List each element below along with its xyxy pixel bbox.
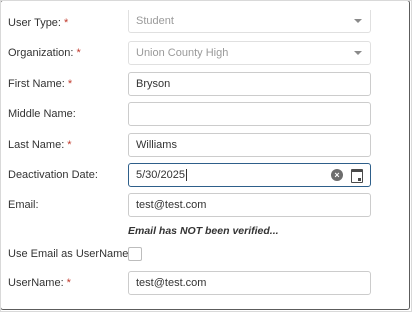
user-type-select[interactable]: Student [128,10,371,33]
required-marker: * [64,17,69,29]
last-name-input[interactable]: Williams [128,133,371,157]
username-input[interactable]: test@test.com [128,271,371,295]
required-marker: * [67,78,73,90]
first-name-value: Bryson [136,78,171,90]
email-verification-warning: Email has NOT been verified... [128,225,279,237]
required-marker: * [76,47,81,59]
email-label: Email: [8,199,39,211]
first-name-label: First Name: * [8,78,73,90]
user-type-label: User Type: * [8,17,69,29]
calendar-icon[interactable] [351,169,363,183]
chevron-down-icon [354,51,362,55]
username-value: test@test.com [136,277,207,289]
use-email-as-username-checkbox[interactable] [128,247,142,261]
organization-value: Union County High [136,47,229,59]
required-marker: * [67,139,72,151]
email-input[interactable]: test@test.com [128,193,371,217]
clear-circle-icon[interactable]: × [331,169,343,181]
user-type-value: Student [136,15,174,27]
first-name-input[interactable]: Bryson [128,72,371,96]
chevron-down-icon [354,19,362,23]
middle-name-input[interactable] [128,102,371,126]
email-value: test@test.com [136,199,207,211]
organization-label: Organization: * [8,47,81,59]
deactivation-date-value: 5/30/2025 [136,169,185,181]
deactivation-date-label: Deactivation Date: [8,169,98,181]
text-cursor [185,169,187,182]
username-label: UserName: * [8,277,71,289]
user-form-panel: User Type: * Student Organization: * Union… [0,0,412,312]
use-email-as-username-label: Use Email as UserName: [8,248,132,260]
last-name-value: Williams [136,139,177,151]
middle-name-label: Middle Name: [8,108,76,120]
organization-select[interactable]: Union County High [128,41,371,65]
required-marker: * [66,277,71,289]
last-name-label: Last Name: * [8,139,72,151]
deactivation-date-input[interactable]: 5/30/2025 × [128,163,371,187]
